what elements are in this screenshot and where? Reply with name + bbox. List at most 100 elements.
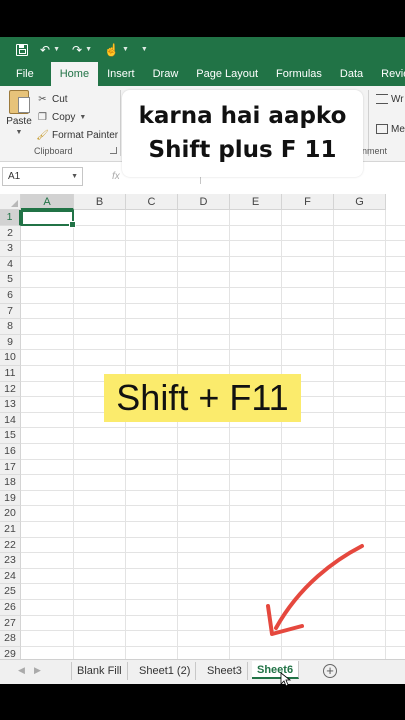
name-box[interactable]: A1 ▼	[2, 167, 83, 186]
paste-button[interactable]: Paste ▼	[6, 90, 32, 136]
tab-draw[interactable]: Draw	[144, 62, 188, 86]
undo-button[interactable]: ↶ ▼	[40, 43, 60, 57]
row-header-21[interactable]: 21	[0, 522, 21, 538]
merge-icon	[376, 124, 388, 134]
row-gridline	[21, 427, 405, 429]
redo-icon: ↷	[72, 42, 83, 57]
row-gridline	[21, 599, 405, 600]
row-header-7[interactable]: 7	[0, 303, 21, 320]
row-gridline	[21, 365, 405, 366]
tab-formulas[interactable]: Formulas	[267, 62, 331, 86]
column-header-e[interactable]: E	[230, 194, 282, 210]
column-gridline	[73, 210, 74, 665]
row-header-8[interactable]: 8	[0, 319, 21, 335]
merge-label: Me	[391, 123, 405, 135]
redo-button[interactable]: ↷ ▼	[72, 43, 92, 57]
sheet-tab-sheet3[interactable]: Sheet3	[202, 662, 248, 680]
row-header-5[interactable]: 5	[0, 272, 21, 288]
add-sheet-button[interactable]: +	[323, 664, 337, 678]
touch-mode-button[interactable]: ☝ ▼	[104, 43, 129, 57]
row-header-2[interactable]: 2	[0, 225, 21, 242]
caption-line-2: Shift plus F 11	[148, 137, 337, 163]
select-all-button[interactable]	[0, 194, 21, 210]
clipboard-commands: ✂ Cut ❐ Copy ▼ 🖌︎ Format Painter	[36, 90, 118, 144]
spreadsheet-grid[interactable]: A B C D E F G 1 2 3 4 5 6 7 8 9 10 11 12 13 14 15 16 17 18 19 20 21…	[0, 194, 405, 665]
wrap-text-label: Wr	[391, 93, 404, 105]
column-header-c[interactable]: C	[126, 194, 178, 210]
tab-home[interactable]: Home	[50, 62, 99, 86]
wrap-text-icon	[376, 94, 388, 104]
cut-button[interactable]: ✂ Cut	[37, 90, 118, 108]
row-header-15[interactable]: 15	[0, 428, 21, 444]
row-header-24[interactable]: 24	[0, 568, 21, 585]
cut-label: Cut	[52, 93, 68, 105]
row-header-3[interactable]: 3	[0, 241, 21, 257]
row-gridline	[21, 318, 405, 320]
tab-review[interactable]: Review	[372, 62, 405, 86]
column-header-g[interactable]: G	[334, 194, 386, 210]
column-header-f[interactable]: F	[282, 194, 334, 210]
row-header-26[interactable]: 26	[0, 600, 21, 616]
tab-insert[interactable]: Insert	[98, 62, 144, 86]
sheet-tab-bar: ◀ ▶ Blank Fill Sheet1 (2) Sheet3 Sheet6 …	[0, 659, 405, 684]
row-gridline	[21, 474, 405, 476]
video-caption: karna hai aapko Shift plus F 11	[122, 90, 363, 177]
scroll-left-icon[interactable]: ◀	[18, 665, 25, 676]
sheet-tab-blank-fill[interactable]: Blank Fill	[71, 662, 128, 680]
row-header-18[interactable]: 18	[0, 475, 21, 491]
ribbon-divider	[120, 90, 121, 156]
chevron-down-icon: ▼	[121, 46, 129, 53]
active-cell-a1[interactable]	[21, 210, 76, 228]
row-header-27[interactable]: 27	[0, 615, 21, 632]
tab-page-layout[interactable]: Page Layout	[187, 62, 267, 86]
row-header-10[interactable]: 10	[0, 350, 21, 366]
customize-toolbar-button[interactable]: ▼	[141, 46, 148, 53]
column-gridline	[281, 210, 282, 665]
row-header-13[interactable]: 13	[0, 397, 21, 413]
copy-label: Copy	[52, 111, 76, 123]
row-gridline	[21, 349, 405, 351]
scroll-right-icon[interactable]: ▶	[34, 665, 41, 676]
dialog-launcher-icon[interactable]	[110, 147, 117, 154]
column-gridline	[333, 210, 334, 665]
row-gridline	[21, 224, 405, 226]
merge-center-button[interactable]: Me	[376, 120, 405, 138]
alignment-commands: Wr Me	[376, 90, 405, 150]
sheet-tab-sheet1-2[interactable]: Sheet1 (2)	[134, 662, 197, 680]
video-frame: ↶ ▼ ↷ ▼ ☝ ▼ ▼ File Home Insert Draw Page La…	[0, 0, 405, 720]
customize-icon: ▼	[140, 46, 148, 53]
row-gridline	[21, 505, 405, 507]
row-header-17[interactable]: 17	[0, 459, 21, 476]
row-header-22[interactable]: 22	[0, 537, 21, 554]
save-button[interactable]	[16, 43, 28, 56]
copy-icon: ❐	[38, 111, 47, 123]
column-gridline	[177, 210, 178, 665]
row-header-11[interactable]: 11	[0, 366, 21, 382]
row-header-28[interactable]: 28	[0, 631, 21, 647]
row-header-4[interactable]: 4	[0, 256, 21, 273]
row-header-6[interactable]: 6	[0, 288, 21, 304]
row-gridline	[21, 645, 405, 647]
column-header-d[interactable]: D	[178, 194, 230, 210]
row-header-20[interactable]: 20	[0, 506, 21, 522]
row-header-1[interactable]: 1	[0, 210, 21, 226]
row-header-23[interactable]: 23	[0, 553, 21, 569]
row-gridline	[21, 302, 405, 304]
copy-button[interactable]: ❐ Copy ▼	[37, 108, 118, 126]
column-header-a[interactable]: A	[21, 194, 74, 210]
tab-file[interactable]: File	[0, 62, 51, 86]
row-header-14[interactable]: 14	[0, 412, 21, 429]
row-header-16[interactable]: 16	[0, 444, 21, 460]
row-header-25[interactable]: 25	[0, 584, 21, 600]
clipboard-icon	[9, 90, 30, 114]
wrap-text-button[interactable]: Wr	[376, 90, 405, 108]
row-header-9[interactable]: 9	[0, 334, 21, 351]
tab-data[interactable]: Data	[331, 62, 372, 86]
paintbrush-icon: 🖌︎	[36, 129, 49, 141]
row-header-12[interactable]: 12	[0, 381, 21, 398]
format-painter-button[interactable]: 🖌︎ Format Painter	[36, 126, 118, 144]
row-header-19[interactable]: 19	[0, 490, 21, 507]
sheet-tab-sheet6[interactable]: Sheet6	[252, 661, 300, 679]
row-gridline	[21, 552, 405, 554]
column-header-b[interactable]: B	[74, 194, 126, 210]
